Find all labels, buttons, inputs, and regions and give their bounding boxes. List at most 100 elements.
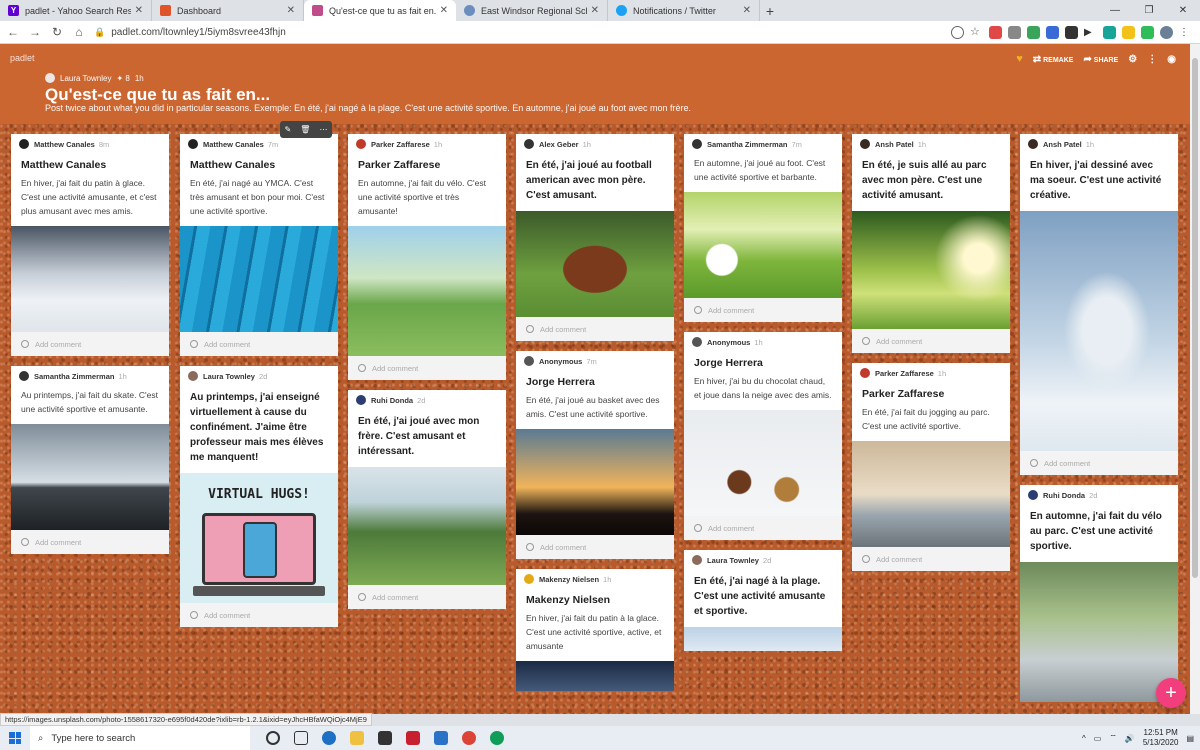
volume-icon[interactable]: 🔊 — [1125, 734, 1135, 743]
close-window-icon[interactable]: ✕ — [1166, 0, 1200, 21]
forward-icon[interactable]: → — [26, 25, 44, 39]
add-comment-field[interactable]: Add comment — [180, 332, 338, 356]
zoom-icon[interactable] — [951, 25, 964, 39]
store-icon[interactable] — [378, 731, 392, 745]
tab-dashboard[interactable]: Dashboard ✕ — [152, 0, 304, 21]
star-icon[interactable]: ☆ — [970, 26, 983, 39]
network-icon[interactable]: ⌔ — [1109, 733, 1117, 743]
home-icon[interactable]: ⌂ — [70, 25, 88, 39]
chrome-icon-2[interactable] — [490, 731, 504, 745]
close-tab-icon[interactable]: ✕ — [135, 5, 143, 16]
add-post-button[interactable]: + — [1156, 678, 1186, 708]
extension-dark-icon[interactable] — [1065, 25, 1078, 39]
share-button[interactable]: ➦ SHARE — [1083, 54, 1118, 65]
post-card[interactable]: Anonymous 7m Jorge Herrera En été, j'ai j… — [516, 351, 674, 559]
post-card[interactable]: Laura Townley 2d En été, j'ai nagé à la p… — [684, 550, 842, 651]
park-path-image[interactable] — [348, 467, 506, 585]
clock[interactable]: 12:51 PM 5/13/2020 — [1143, 728, 1179, 748]
add-comment-field[interactable]: Add comment — [1020, 451, 1178, 475]
address-bar[interactable]: 🔒 padlet.com/ltownley1/5iym8svree43fhjn — [94, 23, 914, 41]
football-image[interactable] — [516, 211, 674, 317]
trash-icon[interactable]: 🗑 — [300, 125, 310, 134]
more-icon[interactable]: ⋯ — [319, 125, 327, 134]
add-comment-field[interactable]: Add comment — [852, 329, 1010, 353]
add-comment-field[interactable]: Add comment — [852, 547, 1010, 571]
basketball-sunset-image[interactable] — [516, 429, 674, 535]
ice-skating-image[interactable] — [11, 226, 169, 332]
extension-green-icon[interactable] — [1027, 25, 1040, 39]
cortana-icon[interactable] — [266, 731, 280, 745]
padlet-account-icon[interactable]: ◉ — [1167, 54, 1176, 65]
add-comment-field[interactable]: Add comment — [348, 356, 506, 380]
vertical-scrollbar[interactable] — [1190, 44, 1200, 714]
close-tab-icon[interactable]: ✕ — [591, 5, 599, 16]
tab-yahoo[interactable]: Ypadlet - Yahoo Search Results✕ — [0, 0, 152, 21]
scrollbar-thumb[interactable] — [1192, 58, 1198, 578]
skateboard-image[interactable] — [11, 424, 169, 530]
remake-button[interactable]: ⇄ REMAKE — [1033, 54, 1074, 65]
chrome-icon[interactable] — [462, 731, 476, 745]
close-tab-icon[interactable]: ✕ — [287, 5, 295, 16]
more-icon[interactable]: ⋮ — [1147, 54, 1157, 65]
post-card[interactable]: Alex Geber 1h En été, j'ai joué au footba… — [516, 134, 674, 341]
notifications-icon[interactable]: ▤ — [1186, 734, 1194, 743]
extension-yellow-icon[interactable] — [1122, 25, 1135, 39]
beach-rainbow-image[interactable] — [684, 627, 842, 651]
post-card[interactable]: Ansh Patel 1h En été, je suis allé au par… — [852, 134, 1010, 353]
tab-padlet[interactable]: Qu'est-ce que tu as fait en... ✕ — [304, 0, 456, 21]
tab-school[interactable]: East Windsor Regional School Di✕ — [456, 0, 608, 21]
mcafee-icon[interactable] — [406, 731, 420, 745]
add-comment-field[interactable]: Add comment — [684, 298, 842, 322]
extension-gray-icon[interactable] — [1008, 25, 1021, 39]
extension-blue-icon[interactable] — [1046, 25, 1059, 39]
hot-chocolate-snow-image[interactable] — [684, 410, 842, 516]
add-comment-field[interactable]: Add comment — [180, 603, 338, 627]
edit-icon[interactable]: ✎ — [285, 125, 292, 134]
skating-legs-image[interactable] — [516, 661, 674, 691]
family-bike-ride-image[interactable] — [348, 226, 506, 356]
maximize-icon[interactable]: ❐ — [1132, 0, 1166, 21]
profile-avatar[interactable] — [1160, 25, 1173, 39]
taskbar-search[interactable]: ⌕ Type here to search — [30, 726, 250, 750]
soccer-ball-image[interactable] — [684, 192, 842, 298]
virtual-hugs-image[interactable]: VIRTUAL HUGS! — [180, 473, 338, 603]
edge-icon[interactable] — [322, 731, 336, 745]
heart-icon[interactable]: ♥ — [1016, 53, 1023, 65]
extension-teal-icon[interactable] — [1103, 25, 1116, 39]
add-comment-field[interactable]: Add comment — [348, 585, 506, 609]
post-card[interactable]: Anonymous 1h Jorge Herrera En hiver, j'ai… — [684, 332, 842, 540]
close-tab-icon[interactable]: ✕ — [440, 5, 448, 16]
add-comment-field[interactable]: Add comment — [516, 535, 674, 559]
sunny-park-image[interactable] — [852, 211, 1010, 329]
extension-red-icon[interactable] — [989, 25, 1002, 39]
snowy-tree-image[interactable] — [1020, 211, 1178, 451]
extension-green2-icon[interactable] — [1141, 25, 1154, 39]
post-card[interactable]: Ansh Patel 1h En hiver, j'ai dessiné avec… — [1020, 134, 1178, 475]
post-card[interactable]: Laura Townley 2d Au printemps, j'ai ensei… — [180, 366, 338, 627]
add-comment-field[interactable]: Add comment — [516, 317, 674, 341]
add-comment-field[interactable]: Add comment — [684, 516, 842, 540]
gear-icon[interactable]: ⚙ — [1128, 54, 1137, 65]
new-tab-button[interactable]: + — [760, 0, 780, 21]
task-view-icon[interactable] — [294, 731, 308, 745]
file-explorer-icon[interactable] — [350, 731, 364, 745]
post-card[interactable]: Matthew Canales 8m Matthew Canales En hiv… — [11, 134, 169, 356]
post-card[interactable]: Ruhi Donda 2d En automne, j'ai fait du vé… — [1020, 485, 1178, 702]
start-button[interactable] — [0, 732, 30, 744]
post-card[interactable]: Samantha Zimmerman 7m En automne, j'ai jo… — [684, 134, 842, 322]
padlet-logo[interactable]: padlet — [10, 53, 35, 63]
back-icon[interactable]: ← — [4, 25, 22, 39]
swimming-pool-image[interactable] — [180, 226, 338, 332]
add-comment-field[interactable]: Add comment — [11, 332, 169, 356]
post-card[interactable]: Makenzy Nielsen 1h Makenzy Nielsen En hiv… — [516, 569, 674, 691]
post-card[interactable]: Samantha Zimmerman 1h Au printemps, j'ai … — [11, 366, 169, 554]
post-card[interactable]: Ruhi Donda 2d En été, j'ai joué avec mon … — [348, 390, 506, 609]
battery-icon[interactable]: ▭ — [1094, 734, 1102, 743]
menu-icon[interactable]: ⋮ — [1179, 26, 1192, 39]
parked-bicycle-image[interactable] — [1020, 562, 1178, 702]
chevron-up-icon[interactable]: ^ — [1082, 734, 1086, 743]
minimize-icon[interactable]: — — [1098, 0, 1132, 21]
post-card[interactable]: Parker Zaffarese 1h Parker Zaffarese En é… — [852, 363, 1010, 571]
post-card[interactable]: Parker Zaffarese 1h Parker Zaffarese En a… — [348, 134, 506, 380]
mail-icon[interactable] — [434, 731, 448, 745]
